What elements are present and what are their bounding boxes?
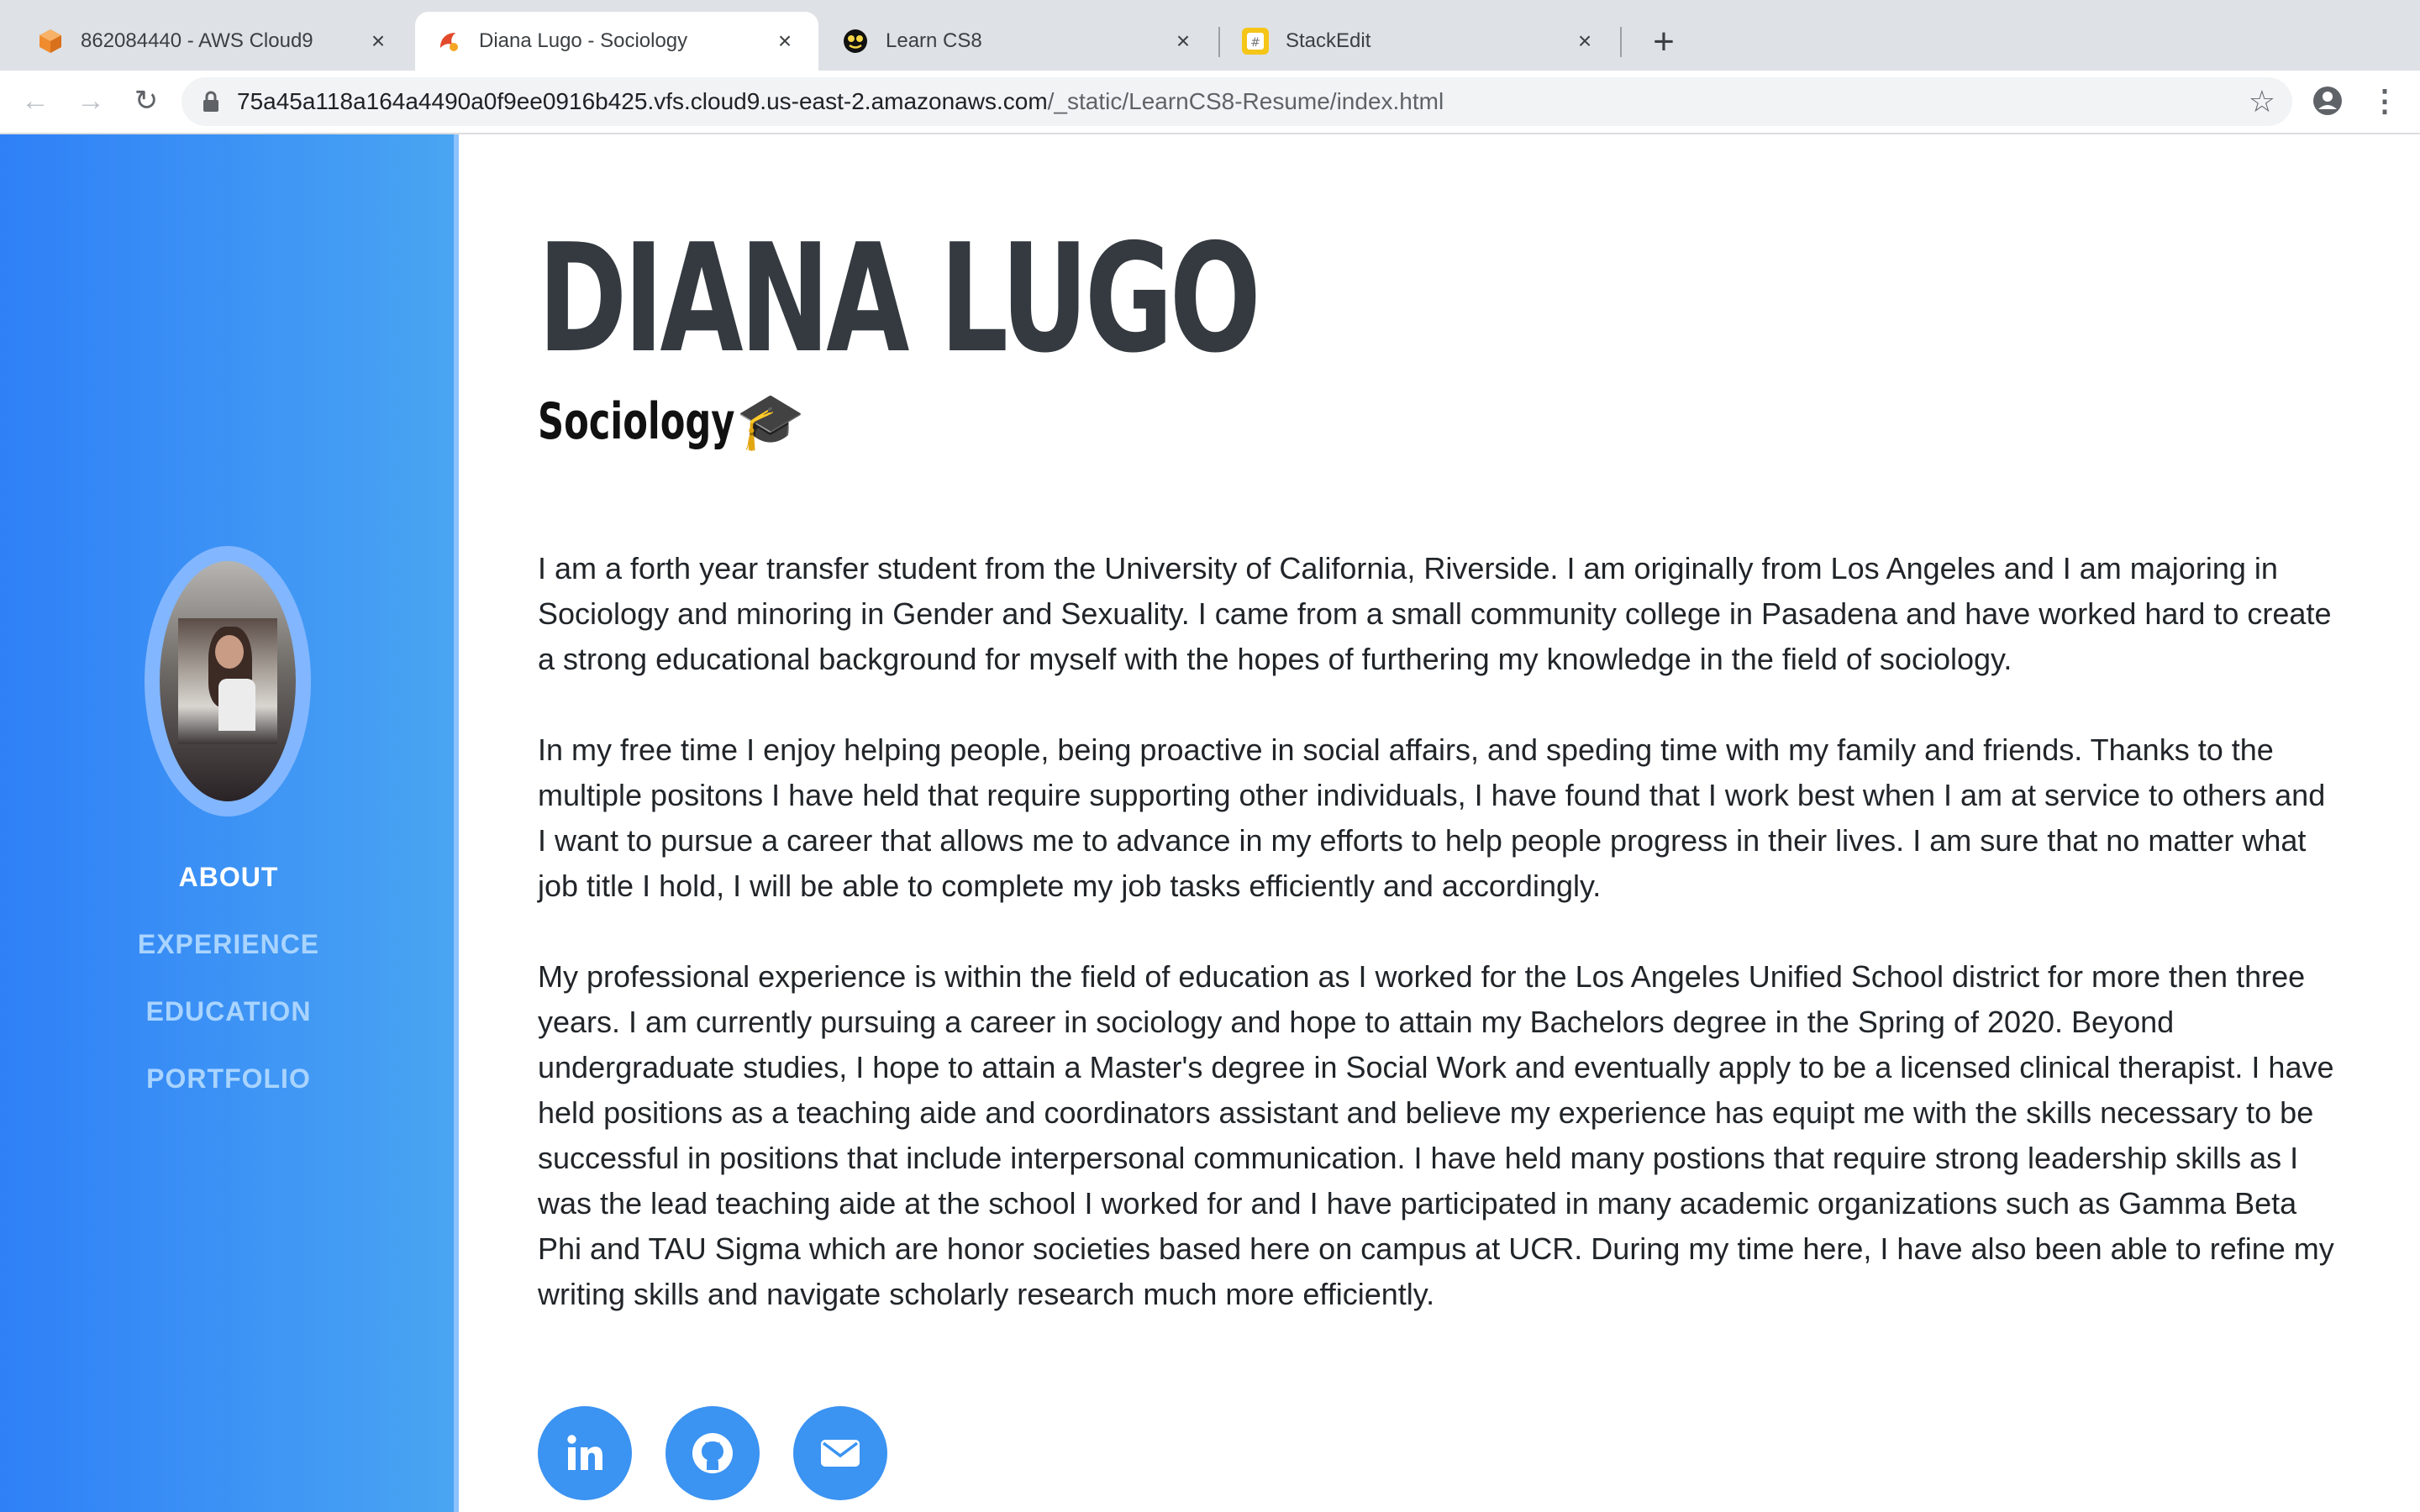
sidebar-divider — [454, 134, 459, 1512]
svg-text:#: # — [1250, 36, 1260, 50]
linkedin-icon — [567, 1435, 602, 1470]
subtitle-text: Sociology — [538, 392, 735, 451]
account-icon[interactable] — [2309, 82, 2346, 119]
nav-item-experience[interactable]: EXPERIENCE — [0, 924, 457, 991]
address-bar[interactable]: 75a45a118a164a4490a0f9ee0916b425.vfs.clo… — [182, 77, 2292, 126]
social-links — [538, 1406, 921, 1500]
profile-photo-face — [215, 635, 244, 669]
back-button[interactable]: ← — [13, 79, 57, 123]
about-text: I am a forth year transfer student from … — [538, 546, 2336, 1362]
close-tab-icon[interactable]: × — [365, 28, 392, 55]
avatar — [160, 561, 296, 801]
lock-icon — [197, 87, 225, 116]
new-tab-button[interactable]: + — [1640, 18, 1687, 66]
browser-menu-button[interactable]: ⋮ — [2368, 82, 2402, 119]
sidebar-nav: ABOUT EXPERIENCE EDUCATION PORTFOLIO — [0, 857, 457, 1126]
tab-separator — [1620, 27, 1622, 57]
about-paragraph: My professional experience is within the… — [538, 959, 2334, 1311]
close-tab-icon[interactable]: × — [1170, 28, 1197, 55]
page-title: DIANA LUGO — [538, 212, 1261, 386]
tab-title: Learn CS8 — [886, 29, 982, 52]
profile-photo-shirt — [218, 679, 255, 731]
url-host: 75a45a118a164a4490a0f9ee0916b425.vfs.clo… — [237, 88, 1048, 114]
bookmark-star-icon[interactable]: ☆ — [2249, 84, 2275, 119]
tab-strip: 862084440 - AWS Cloud9 × Diana Lugo - So… — [0, 0, 2420, 71]
github-icon — [692, 1433, 733, 1473]
email-icon — [821, 1440, 860, 1467]
subtitle: Sociology 🎓 — [538, 390, 805, 454]
tab-diana-lugo[interactable]: Diana Lugo - Sociology × — [415, 12, 818, 71]
sidebar — [0, 134, 457, 1512]
tab-title: 862084440 - AWS Cloud9 — [81, 29, 313, 52]
tab-separator — [1218, 27, 1220, 57]
aws-cloud9-icon — [37, 28, 64, 55]
learn-cs8-icon — [842, 28, 869, 55]
about-paragraph: In my free time I enjoy helping people, … — [538, 732, 2326, 903]
nav-item-portfolio[interactable]: PORTFOLIO — [0, 1058, 457, 1126]
stackedit-icon: # — [1242, 28, 1269, 55]
graduation-cap-icon: 🎓 — [736, 389, 805, 454]
email-button[interactable] — [793, 1406, 887, 1500]
github-button[interactable] — [666, 1406, 760, 1500]
tab-learn-cs8[interactable]: Learn CS8 × — [822, 12, 1217, 71]
url-path: /_static/LearnCS8-Resume/index.html — [1047, 88, 1444, 114]
forward-button[interactable]: → — [69, 79, 113, 123]
tab-title: StackEdit — [1286, 29, 1371, 52]
url-text: 75a45a118a164a4490a0f9ee0916b425.vfs.clo… — [237, 77, 1444, 126]
tab-stackedit[interactable]: # StackEdit × — [1222, 12, 1618, 71]
tab-title: Diana Lugo - Sociology — [479, 29, 688, 52]
about-paragraph: I am a forth year transfer student from … — [538, 551, 2332, 676]
close-tab-icon[interactable]: × — [771, 28, 798, 55]
close-tab-icon[interactable]: × — [1571, 28, 1598, 55]
nav-item-education[interactable]: EDUCATION — [0, 991, 457, 1058]
linkedin-button[interactable] — [538, 1406, 632, 1500]
nav-item-about[interactable]: ABOUT — [0, 857, 457, 924]
reload-button[interactable]: ↻ — [124, 79, 168, 123]
browser-toolbar: ← → ↻ 75a45a118a164a4490a0f9ee0916b425.v… — [0, 71, 2420, 134]
page-favicon-icon — [435, 28, 462, 55]
tab-aws-cloud9[interactable]: 862084440 - AWS Cloud9 × — [17, 12, 412, 71]
